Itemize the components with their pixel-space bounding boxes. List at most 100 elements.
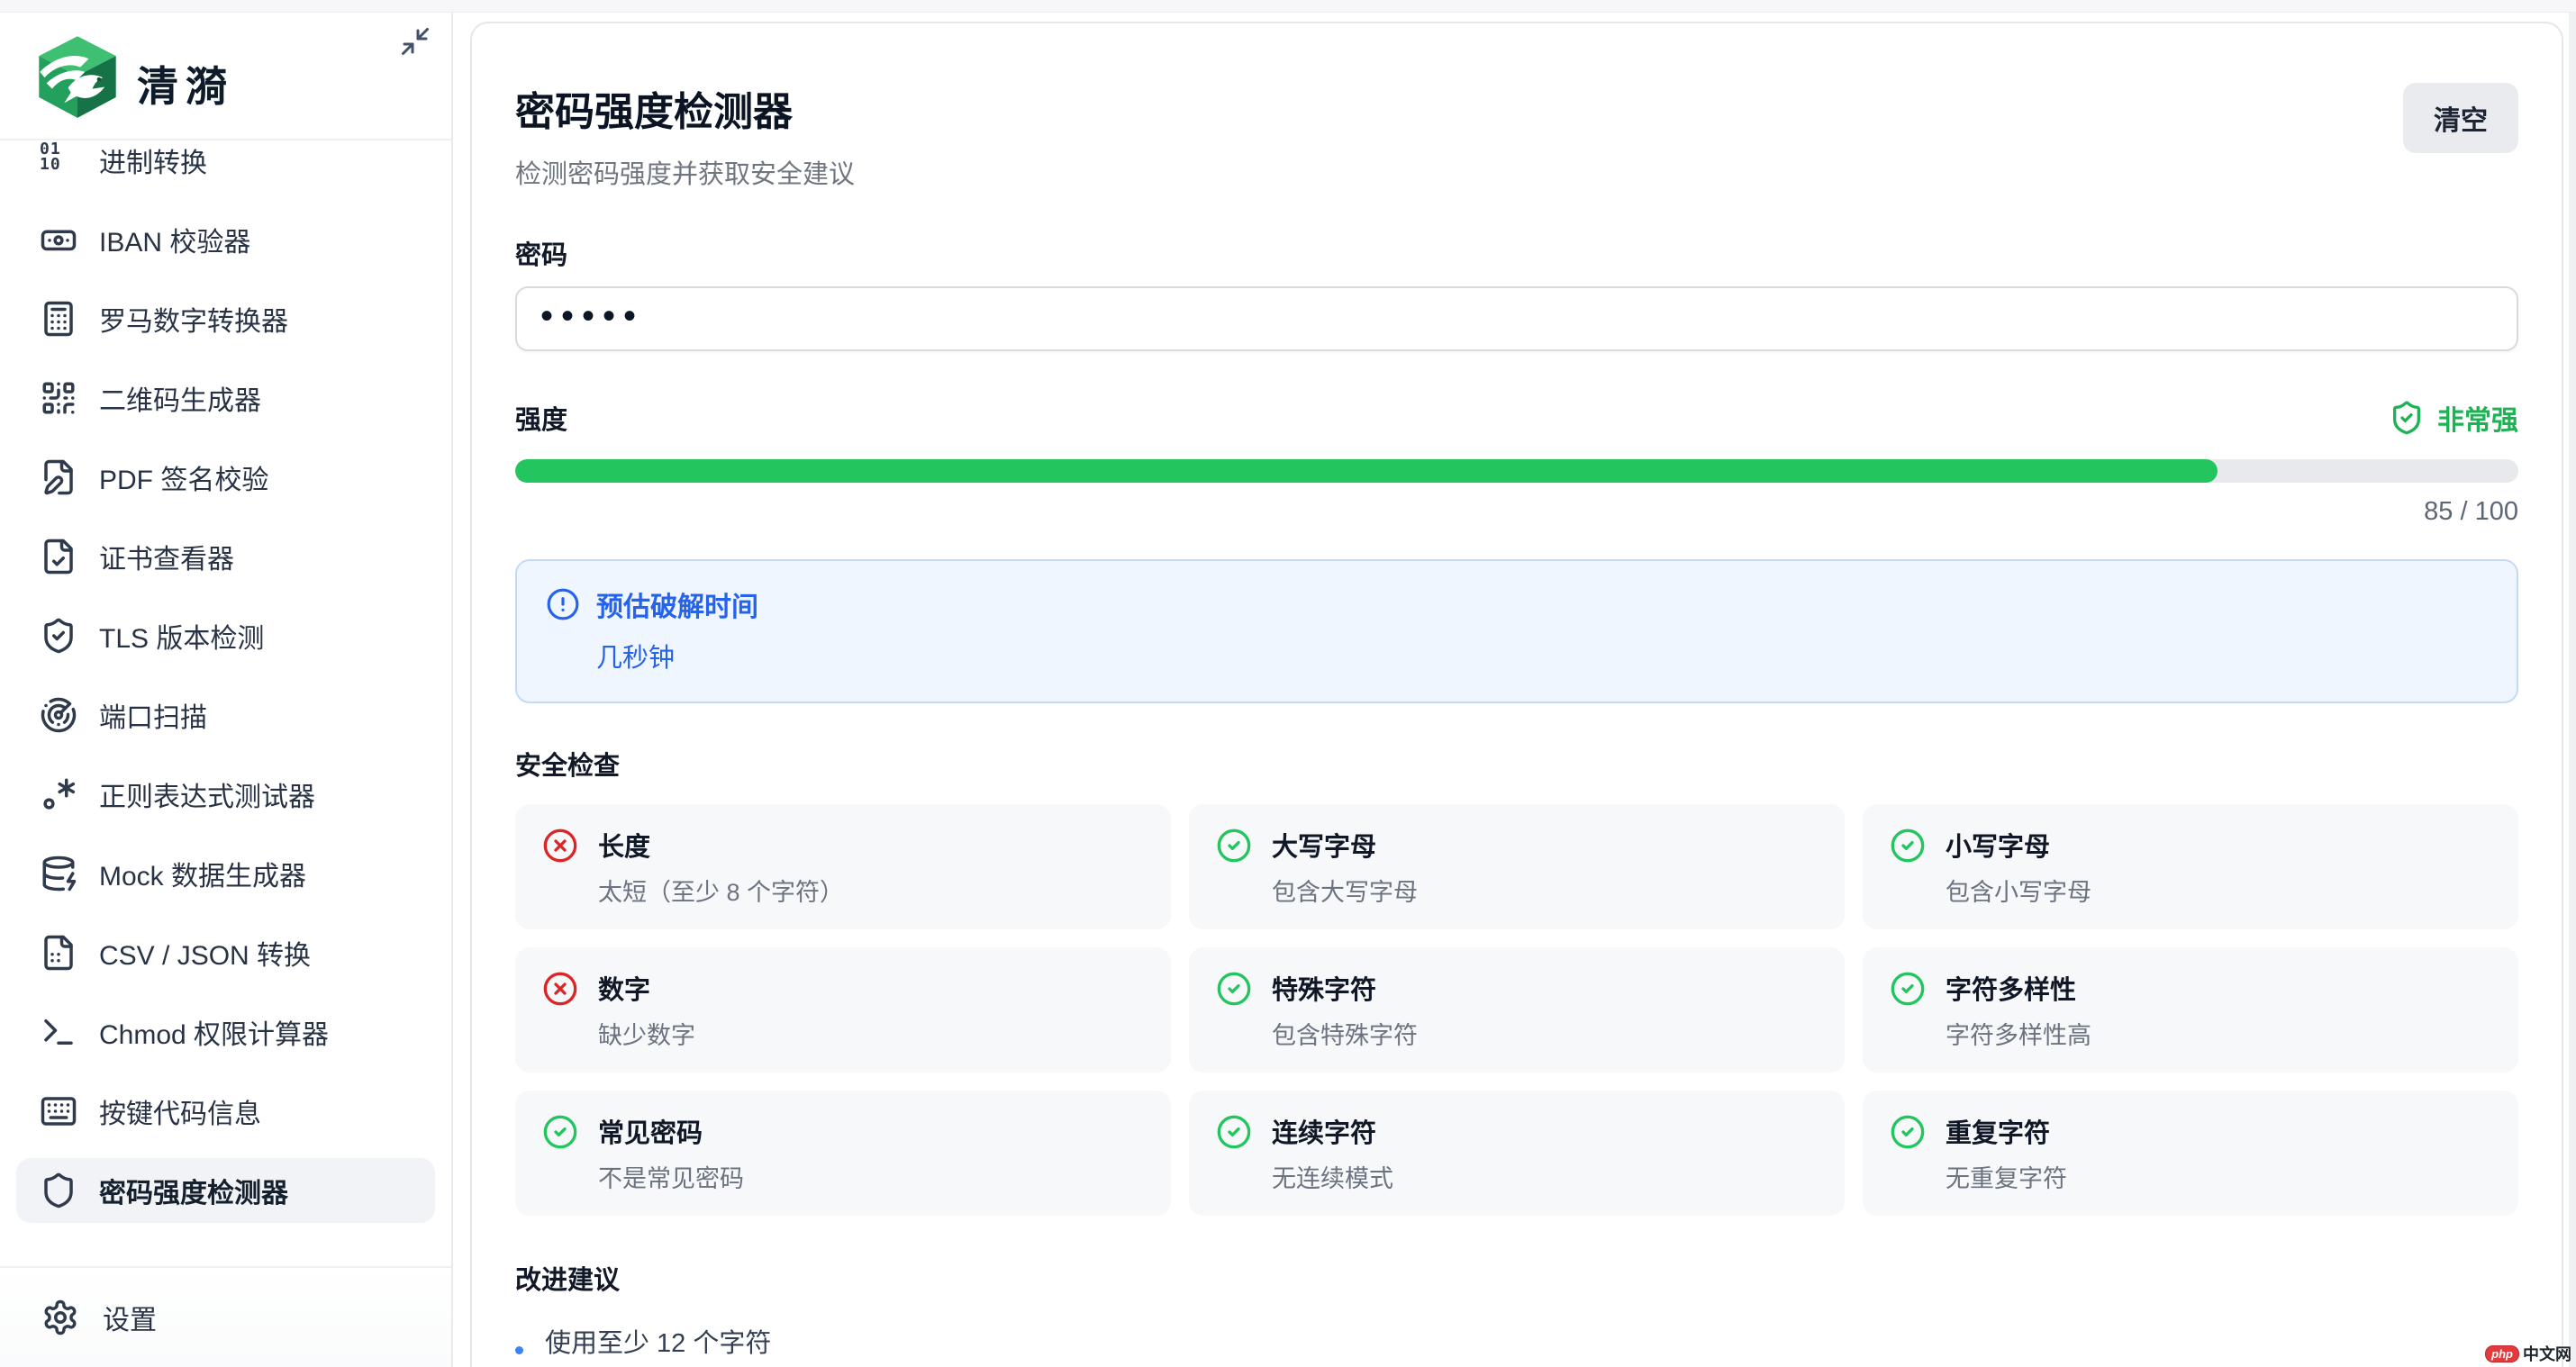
database-zap-icon	[40, 855, 77, 892]
sidebar-item-label: 设置	[103, 1298, 157, 1337]
sidebar-item-banknote[interactable]: IBAN 校验器	[16, 207, 435, 272]
security-check-card: 特殊字符 包含特殊字符	[1189, 947, 1845, 1073]
sidebar-item-qr-code[interactable]: 二维码生成器	[16, 366, 435, 430]
bullet-dot-icon	[515, 1346, 523, 1354]
security-checks-grid: 长度 太短（至少 8 个字符） 大写字母 包含大写字母 小写字母 包含小写字母 …	[515, 804, 2518, 1216]
suggestions-heading: 改进建议	[515, 1259, 2518, 1297]
calculator-icon	[40, 300, 77, 338]
password-input[interactable]	[515, 286, 2518, 351]
password-strength-panel: 密码强度检测器 检测密码强度并获取安全建议 清空 密码 强度 非常强 85 / …	[470, 22, 2563, 1367]
minimize-icon	[399, 25, 431, 58]
scrollbar-gutter[interactable]	[2569, 13, 2576, 1367]
strength-progress-track	[515, 459, 2518, 483]
binary-icon: 0110	[40, 142, 77, 179]
circle-check-icon	[1890, 971, 1926, 1007]
security-check-card: 长度 太短（至少 8 个字符）	[515, 804, 1171, 929]
circle-check-icon	[1216, 828, 1252, 864]
check-desc: 不是常见密码	[598, 1159, 744, 1194]
shield-check-icon	[2389, 400, 2425, 436]
file-grid-icon	[40, 934, 77, 972]
check-desc: 太短（至少 8 个字符）	[598, 873, 844, 908]
security-check-card: 字符多样性 字符多样性高	[1863, 947, 2518, 1073]
circle-check-icon	[1216, 1114, 1252, 1150]
suggestions-list: 使用至少 12 个字符 添加数字	[515, 1322, 2518, 1367]
sidebar-collapse-button[interactable]	[399, 25, 431, 58]
terminal-icon	[40, 1013, 77, 1051]
strength-badge-label: 非常强	[2437, 398, 2518, 438]
sidebar-item-file-pen[interactable]: PDF 签名校验	[16, 445, 435, 510]
suggestion-text: 使用至少 12 个字符	[545, 1322, 771, 1360]
check-title: 特殊字符	[1272, 969, 1418, 1007]
sidebar-item-file-grid[interactable]: CSV / JSON 转换	[16, 920, 435, 985]
circle-check-icon	[542, 1114, 578, 1150]
sidebar-item-file-check[interactable]: 证书查看器	[16, 524, 435, 589]
check-desc: 包含小写字母	[1946, 873, 2091, 908]
circle-x-icon	[542, 971, 578, 1007]
sidebar-item-radar[interactable]: 端口扫描	[16, 683, 435, 747]
check-title: 常见密码	[598, 1112, 744, 1150]
sidebar-item-settings[interactable]: 设置	[0, 1266, 451, 1367]
file-check-icon	[40, 538, 77, 575]
security-check-card: 数字 缺少数字	[515, 947, 1171, 1073]
brand-title: 清漪	[137, 54, 234, 113]
password-label: 密码	[515, 234, 2518, 272]
strength-progress-fill	[515, 459, 2218, 483]
check-desc: 缺少数字	[598, 1016, 695, 1051]
circle-x-icon	[542, 828, 578, 864]
check-title: 重复字符	[1946, 1112, 2067, 1150]
watermark: php 中文网	[2485, 1342, 2571, 1365]
file-pen-icon	[40, 458, 77, 496]
security-check-card: 重复字符 无重复字符	[1863, 1091, 2518, 1216]
shield-icon	[40, 1172, 77, 1209]
crack-time-value: 几秒钟	[596, 637, 2488, 674]
crack-time-info-box: 预估破解时间 几秒钟	[515, 559, 2518, 703]
sidebar-item-keyboard[interactable]: 按键代码信息	[16, 1079, 435, 1144]
crack-time-title: 预估破解时间	[596, 584, 758, 624]
page-title: 密码强度检测器	[515, 79, 855, 137]
security-check-card: 大写字母 包含大写字母	[1189, 804, 1845, 929]
security-check-card: 小写字母 包含小写字母	[1863, 804, 2518, 929]
clear-button[interactable]: 清空	[2403, 83, 2518, 153]
watermark-text: 中文网	[2523, 1342, 2571, 1365]
radar-icon	[40, 696, 77, 734]
sidebar: 清漪 0110 进制转换 IBAN 校验器 罗马数字转换器 二维码生成器 PDF…	[0, 13, 453, 1367]
sidebar-item-terminal[interactable]: Chmod 权限计算器	[16, 1000, 435, 1064]
check-title: 大写字母	[1272, 826, 1418, 864]
sidebar-item-shield[interactable]: 密码强度检测器	[16, 1158, 435, 1223]
settings-icon	[41, 1299, 79, 1336]
circle-check-icon	[1216, 971, 1252, 1007]
check-title: 数字	[598, 969, 695, 1007]
check-desc: 包含大写字母	[1272, 873, 1418, 908]
strength-label: 强度	[515, 399, 567, 437]
check-desc: 包含特殊字符	[1272, 1016, 1418, 1051]
strength-score: 85 / 100	[515, 497, 2518, 527]
check-title: 连续字符	[1272, 1112, 1393, 1150]
check-desc: 无连续模式	[1272, 1159, 1393, 1194]
sidebar-item-regex[interactable]: 正则表达式测试器	[16, 762, 435, 827]
security-check-card: 常见密码 不是常见密码	[515, 1091, 1171, 1216]
check-desc: 字符多样性高	[1946, 1016, 2091, 1051]
security-check-card: 连续字符 无连续模式	[1189, 1091, 1845, 1216]
page-subtitle: 检测密码强度并获取安全建议	[515, 153, 855, 191]
circle-check-icon	[1890, 1114, 1926, 1150]
banknote-icon	[40, 221, 77, 258]
check-desc: 无重复字符	[1946, 1159, 2067, 1194]
shield-check-icon	[40, 617, 77, 655]
sidebar-item-shield-check[interactable]: TLS 版本检测	[16, 603, 435, 668]
php-badge-icon: php	[2485, 1345, 2519, 1362]
window-top-edge	[0, 0, 2576, 13]
qr-code-icon	[40, 379, 77, 417]
check-title: 长度	[598, 826, 844, 864]
brand-logo-icon	[32, 31, 122, 121]
strength-badge: 非常强	[2389, 398, 2518, 438]
regex-icon	[40, 775, 77, 813]
sidebar-item-binary[interactable]: 0110 进制转换	[16, 142, 435, 193]
sidebar-item-calculator[interactable]: 罗马数字转换器	[16, 286, 435, 351]
circle-alert-icon	[546, 587, 580, 621]
security-checks-heading: 安全检查	[515, 745, 2518, 783]
keyboard-icon	[40, 1092, 77, 1130]
check-title: 字符多样性	[1946, 969, 2091, 1007]
sidebar-item-database-zap[interactable]: Mock 数据生成器	[16, 841, 435, 906]
circle-check-icon	[1890, 828, 1926, 864]
suggestion-item: 使用至少 12 个字符	[515, 1322, 2518, 1360]
